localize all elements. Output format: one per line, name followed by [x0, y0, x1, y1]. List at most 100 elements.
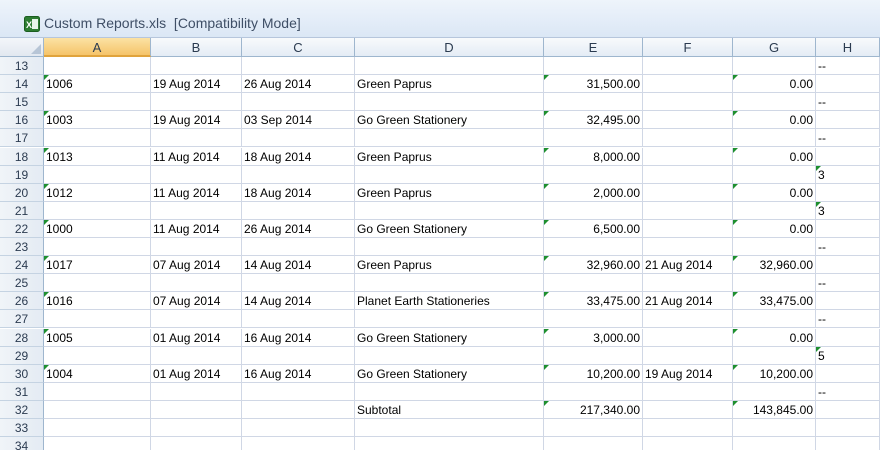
- row-header[interactable]: 30: [0, 364, 44, 383]
- cell-d15[interactable]: [355, 93, 544, 112]
- cell-a32[interactable]: [44, 400, 151, 419]
- cell-e32[interactable]: 217,340.00: [544, 400, 643, 419]
- column-header-a[interactable]: A: [44, 38, 151, 57]
- cell-e22[interactable]: 6,500.00: [544, 219, 643, 238]
- cell-e33[interactable]: [544, 419, 643, 437]
- cell-c30[interactable]: 16 Aug 2014: [242, 364, 355, 383]
- cell-h24[interactable]: [816, 256, 880, 275]
- cell-c24[interactable]: 14 Aug 2014: [242, 256, 355, 275]
- error-indicator-icon[interactable]: [544, 256, 549, 262]
- cell-g25[interactable]: [733, 274, 816, 293]
- cell-b13[interactable]: [151, 57, 242, 75]
- cell-d16[interactable]: Go Green Stationery: [355, 111, 544, 130]
- cell-a23[interactable]: [44, 238, 151, 256]
- cell-h29[interactable]: 5: [816, 346, 880, 365]
- cell-a17[interactable]: [44, 129, 151, 148]
- cell-g28[interactable]: 0.00: [733, 328, 816, 347]
- row-header[interactable]: 24: [0, 256, 44, 275]
- cell-f14[interactable]: [643, 75, 733, 94]
- cell-h15[interactable]: --: [816, 93, 880, 112]
- error-indicator-icon[interactable]: [733, 147, 738, 153]
- cell-f19[interactable]: [643, 165, 733, 184]
- cell-h27[interactable]: --: [816, 310, 880, 329]
- cell-g26[interactable]: 33,475.00: [733, 292, 816, 311]
- cell-a16[interactable]: 1003: [44, 111, 151, 130]
- cell-g31[interactable]: [733, 382, 816, 401]
- cell-f24[interactable]: 21 Aug 2014: [643, 256, 733, 275]
- cell-a33[interactable]: [44, 419, 151, 437]
- cell-g15[interactable]: [733, 93, 816, 112]
- cell-h26[interactable]: [816, 292, 880, 311]
- cell-a25[interactable]: [44, 274, 151, 293]
- cell-d33[interactable]: [355, 419, 544, 437]
- error-indicator-icon[interactable]: [733, 292, 738, 298]
- cell-b19[interactable]: [151, 165, 242, 184]
- cell-d30[interactable]: Go Green Stationery: [355, 364, 544, 383]
- column-header-c[interactable]: C: [242, 38, 355, 57]
- cell-d17[interactable]: [355, 129, 544, 148]
- cell-h22[interactable]: [816, 219, 880, 238]
- cell-b29[interactable]: [151, 346, 242, 365]
- cell-g16[interactable]: 0.00: [733, 111, 816, 130]
- cell-a30[interactable]: 1004: [44, 364, 151, 383]
- cell-d18[interactable]: Green Paprus: [355, 147, 544, 166]
- cell-c21[interactable]: [242, 201, 355, 220]
- spreadsheet-grid[interactable]: ABCDEFGH 13 -- 14 1006 19 Aug 2014 26 Aug 201…: [0, 38, 880, 450]
- cell-f30[interactable]: 19 Aug 2014: [643, 364, 733, 383]
- error-indicator-icon[interactable]: [733, 219, 738, 225]
- cell-b25[interactable]: [151, 274, 242, 293]
- cell-g19[interactable]: [733, 165, 816, 184]
- cell-f15[interactable]: [643, 93, 733, 112]
- cell-a34[interactable]: [44, 437, 151, 450]
- cell-e23[interactable]: [544, 238, 643, 256]
- row-header[interactable]: 32: [0, 400, 44, 419]
- cell-e19[interactable]: [544, 165, 643, 184]
- cell-e34[interactable]: [544, 437, 643, 450]
- error-indicator-icon[interactable]: [544, 111, 549, 117]
- cell-f25[interactable]: [643, 274, 733, 293]
- cell-c22[interactable]: 26 Aug 2014: [242, 219, 355, 238]
- cell-d29[interactable]: [355, 346, 544, 365]
- cell-a22[interactable]: 1000: [44, 219, 151, 238]
- cell-c26[interactable]: 14 Aug 2014: [242, 292, 355, 311]
- column-header-h[interactable]: H: [816, 38, 880, 57]
- cell-a19[interactable]: [44, 165, 151, 184]
- cell-c16[interactable]: 03 Sep 2014: [242, 111, 355, 130]
- error-indicator-icon[interactable]: [544, 292, 549, 298]
- row-header[interactable]: 19: [0, 165, 44, 184]
- cell-d23[interactable]: [355, 238, 544, 256]
- cell-b24[interactable]: 07 Aug 2014: [151, 256, 242, 275]
- cell-h30[interactable]: [816, 364, 880, 383]
- cell-d34[interactable]: [355, 437, 544, 450]
- cell-a21[interactable]: [44, 201, 151, 220]
- cell-h16[interactable]: [816, 111, 880, 130]
- row-header[interactable]: 18: [0, 147, 44, 166]
- cell-f18[interactable]: [643, 147, 733, 166]
- error-indicator-icon[interactable]: [733, 400, 738, 406]
- error-indicator-icon[interactable]: [544, 328, 549, 334]
- cell-c19[interactable]: [242, 165, 355, 184]
- cell-g22[interactable]: 0.00: [733, 219, 816, 238]
- row-header[interactable]: 27: [0, 310, 44, 329]
- cell-g17[interactable]: [733, 129, 816, 148]
- row-header[interactable]: 22: [0, 219, 44, 238]
- cell-c18[interactable]: 18 Aug 2014: [242, 147, 355, 166]
- cell-c29[interactable]: [242, 346, 355, 365]
- cell-b14[interactable]: 19 Aug 2014: [151, 75, 242, 94]
- row-header[interactable]: 15: [0, 93, 44, 112]
- error-indicator-icon[interactable]: [733, 328, 738, 334]
- cell-a20[interactable]: 1012: [44, 183, 151, 202]
- cell-h14[interactable]: [816, 75, 880, 94]
- cell-c20[interactable]: 18 Aug 2014: [242, 183, 355, 202]
- row-header[interactable]: 26: [0, 292, 44, 311]
- cell-b23[interactable]: [151, 238, 242, 256]
- cell-g27[interactable]: [733, 310, 816, 329]
- column-header-g[interactable]: G: [733, 38, 816, 57]
- cell-f34[interactable]: [643, 437, 733, 450]
- cell-b34[interactable]: [151, 437, 242, 450]
- cell-a18[interactable]: 1013: [44, 147, 151, 166]
- cell-f21[interactable]: [643, 201, 733, 220]
- cell-f28[interactable]: [643, 328, 733, 347]
- cell-e30[interactable]: 10,200.00: [544, 364, 643, 383]
- error-indicator-icon[interactable]: [544, 75, 549, 81]
